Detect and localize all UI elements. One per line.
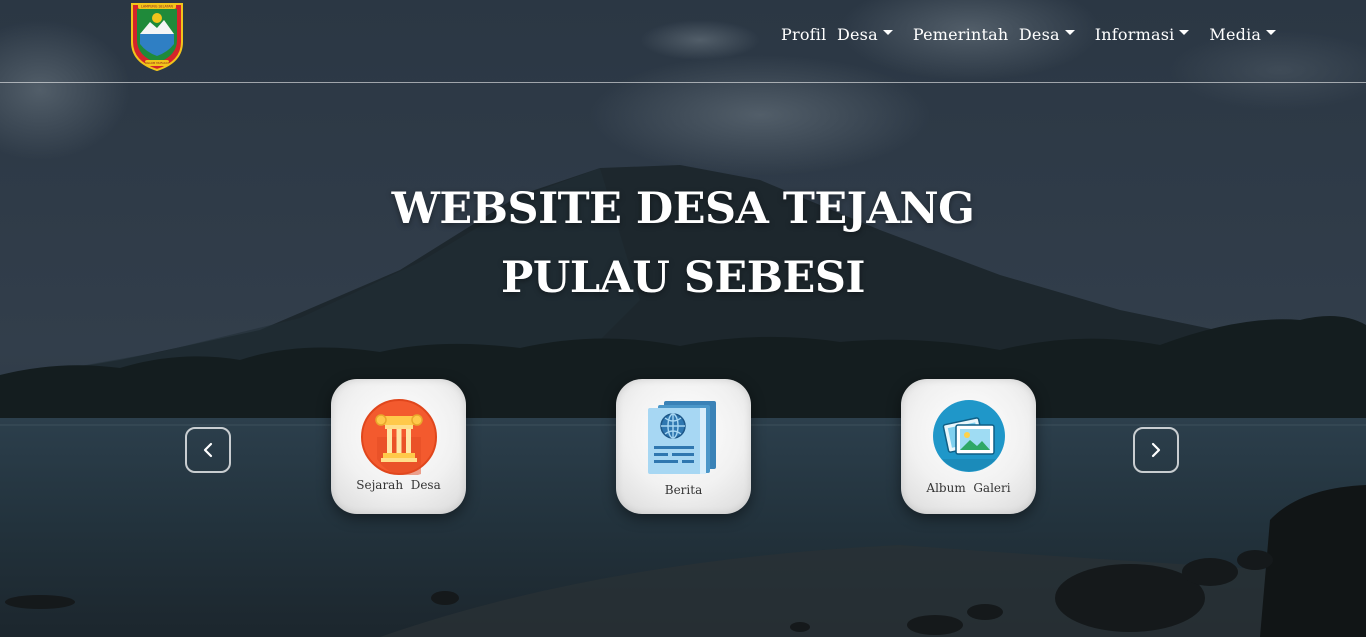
logo-text-bottom: RAGOM MUFAKAT xyxy=(145,61,170,65)
hero-title: WEBSITE DESA TEJANG PULAU SEBESI xyxy=(0,175,1366,313)
top-navbar: LAMPUNG SELATAN RAGOM MUFAKAT Profil Des… xyxy=(0,0,1366,83)
caret-down-icon xyxy=(882,30,893,35)
nav-item-label: Informasi xyxy=(1094,25,1175,44)
nav-media-dropdown[interactable]: Media xyxy=(1209,25,1277,44)
card-label: Sejarah Desa xyxy=(356,478,441,492)
caret-down-icon xyxy=(1266,30,1277,35)
nav-item-label: Media xyxy=(1209,25,1262,44)
chevron-left-icon xyxy=(203,442,213,458)
chevron-right-icon xyxy=(1151,442,1161,458)
nav-item-label: Profil Desa xyxy=(781,25,878,44)
card-sejarah-desa[interactable]: Sejarah Desa xyxy=(331,379,466,514)
card-label: Berita xyxy=(664,483,703,497)
carousel-prev-button[interactable] xyxy=(185,427,231,473)
caret-down-icon xyxy=(1064,30,1075,35)
nav-item-label: Pemerintah Desa xyxy=(912,25,1060,44)
nav-informasi-dropdown[interactable]: Informasi xyxy=(1095,25,1190,44)
card-label: Album Galeri xyxy=(926,481,1011,495)
carousel-next-button[interactable] xyxy=(1133,427,1179,473)
hero-background-image xyxy=(0,0,1366,637)
caret-down-icon xyxy=(1179,30,1190,35)
history-pillar-icon xyxy=(360,399,437,479)
hero-title-line-2: PULAU SEBESI xyxy=(500,253,866,303)
regency-emblem-logo[interactable]: LAMPUNG SELATAN RAGOM MUFAKAT xyxy=(128,0,186,72)
card-berita[interactable]: Berita xyxy=(616,379,751,514)
nav-pemerintah-desa-dropdown[interactable]: Pemerintah Desa xyxy=(913,25,1075,44)
logo-text-top: LAMPUNG SELATAN xyxy=(141,5,174,9)
nav-menu: Profil Desa Pemerintah Desa Informasi Me… xyxy=(781,25,1296,44)
card-album-galeri[interactable]: Album Galeri xyxy=(901,379,1036,514)
nav-profil-desa-dropdown[interactable]: Profil Desa xyxy=(781,25,893,44)
news-document-icon xyxy=(646,399,722,479)
photo-gallery-icon xyxy=(932,399,1006,477)
hero-title-line-1: WEBSITE DESA TEJANG xyxy=(391,184,975,234)
